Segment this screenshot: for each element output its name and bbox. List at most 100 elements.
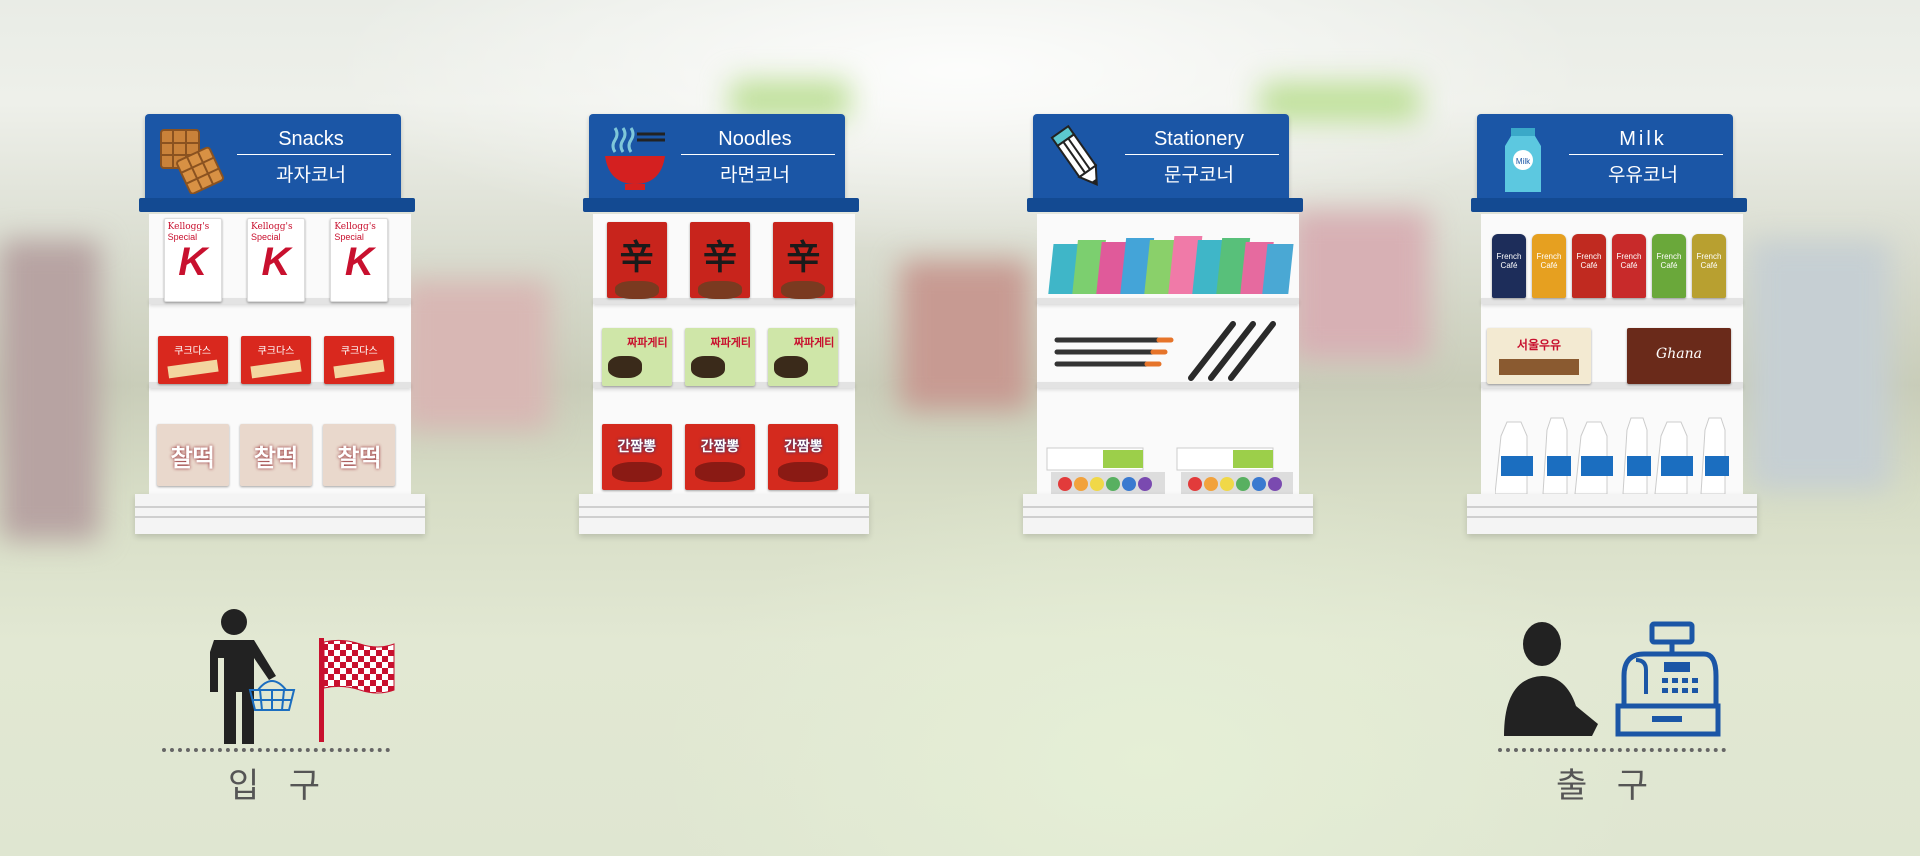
aisle-title-en: Stationery [1153,128,1245,150]
product-row: 辛 辛 辛 [595,222,845,299]
aisle-sign: Stationery 문구코너 [1033,114,1289,206]
milk-pack-label: 서울우유 [1516,338,1562,352]
ramen-label: 辛 [786,239,821,277]
rice-cake-label: 찰떡 [253,445,299,472]
divider [681,154,835,155]
jjapagetti-label: 짜파게티 [710,337,751,349]
sign-bar [583,198,859,212]
cracker-box[interactable]: 쿠크다스 [324,336,395,384]
rice-cake-box[interactable]: 찰떡 [239,424,312,486]
coffee-cup[interactable]: French Café [1572,234,1606,298]
milk-pack[interactable]: 서울우유 [1487,328,1591,384]
aisle-sign: Noodles 라면코너 [589,114,845,206]
coffee-cup[interactable]: French Café [1492,234,1526,298]
aisle-snacks: Snacks 과자코너 Kellogg's Special K Kellogg'… [135,114,425,554]
aisle-title-ko: 과자코너 [276,165,346,186]
aisle-title-ko: 문구코너 [1164,165,1234,186]
ramen-label: 辛 [619,239,654,277]
milk-carton-icon: Milk [1505,128,1541,192]
shelf [1481,298,1743,304]
jjamppong-label: 간짬뽕 [700,438,740,454]
sign-bar [139,198,415,212]
shelf [1037,382,1299,388]
exit-divider [1498,748,1726,752]
entrance-divider [162,748,390,752]
product-row: 짜파게티 짜파게티 짜파게티 [595,328,845,386]
shelf-base [1023,494,1313,534]
checkered-flag-icon [319,638,395,742]
chocolate-milk-label: Ghana [1656,346,1702,362]
rice-cake-box[interactable]: 찰떡 [156,424,229,486]
divider [237,154,391,155]
paint-sets[interactable] [1043,444,1293,498]
coffee-cup[interactable]: French Café [1532,234,1566,298]
jjamppong-pack[interactable]: 간짬뽕 [684,424,755,490]
pencils-and-pens[interactable] [1051,320,1291,382]
shopper-icon [210,609,296,744]
coffee-cup[interactable]: French Café [1692,234,1726,298]
aisle-sign: Milk Milk 우유코너 [1477,114,1733,206]
cracker-box[interactable]: 쿠크다스 [157,336,228,384]
pencil-icon [1050,124,1098,186]
jjapagetti-label: 짜파게티 [793,337,835,349]
chocolate-milk-pack[interactable]: Ghana [1627,328,1731,384]
coffee-cup[interactable]: French Café [1652,234,1686,298]
cereal-box[interactable]: Kellogg's Special K [246,218,305,302]
background-store-blur [900,260,1030,410]
ramen-label: 辛 [702,239,737,277]
cashier-icon [1504,622,1598,736]
cracker-label: 쿠크다스 [257,346,295,357]
cracker-box[interactable]: 쿠크다스 [240,336,311,384]
aisle-milk: Milk Milk 우유코너 French Café French Café F… [1467,114,1757,554]
cereal-k: K [344,240,374,284]
background-store-blur [0,240,100,540]
coffee-label: French Café [1536,252,1562,270]
aisle-title-ko: 라면코너 [720,165,790,186]
entrance-label: 입 구 [228,767,331,805]
milk-bottles[interactable] [1495,416,1731,496]
cereal-box[interactable]: Kellogg's Special K [330,218,389,302]
noodle-bowl-icon [605,127,665,190]
shelf [1037,298,1299,304]
jjapagetti-pack[interactable]: 짜파게티 [684,328,755,386]
coffee-label: French Café [1696,252,1722,270]
notebooks[interactable] [1041,230,1297,298]
aisle-sign: Snacks 과자코너 [145,114,401,206]
jjapagetti-label: 짜파게티 [627,337,668,349]
rice-cake-label: 찰떡 [170,445,215,472]
ramen-pack[interactable]: 辛 [773,222,834,299]
shelf-base [579,494,869,534]
cereal-k: K [178,240,208,284]
coffee-label: French Café [1616,252,1642,270]
divider [1569,154,1723,155]
coffee-label: French Café [1576,252,1602,270]
rice-cake-box[interactable]: 찰떡 [323,424,396,486]
jjapagetti-pack[interactable]: 짜파게티 [601,328,672,386]
product-row: 서울우유 Ghana [1487,328,1731,384]
waffle-icon [160,129,224,194]
coffee-label: French Café [1656,252,1682,270]
exit-label: 출 구 [1556,767,1659,805]
cash-register-icon [1615,621,1721,737]
aisle-title-ko: 우유코너 [1608,165,1678,186]
cereal-brand: Kellogg's [250,222,293,232]
cereal-brand: Kellogg's [334,222,376,232]
product-row: 찰떡 찰떡 찰떡 [151,424,401,486]
cereal-box[interactable]: Kellogg's Special K [163,218,222,302]
ramen-pack[interactable]: 辛 [689,222,750,299]
background-store-blur [1750,240,1890,490]
cereal-brand: Kellogg's [167,222,210,232]
coffee-cup[interactable]: French Café [1612,234,1646,298]
product-row: 쿠크다스 쿠크다스 쿠크다스 [151,336,401,384]
jjamppong-pack[interactable]: 간짬뽕 [601,424,672,490]
shelf-base [1467,494,1757,534]
jjapagetti-pack[interactable]: 짜파게티 [768,328,839,386]
jjamppong-pack[interactable]: 간짬뽕 [768,424,839,490]
rice-cake-label: 찰떡 [337,445,382,472]
sign-bar [1471,198,1747,212]
ramen-pack[interactable]: 辛 [606,222,667,299]
cereal-k: K [261,240,291,284]
cracker-label: 쿠크다스 [174,346,212,357]
aisle-stationery: Stationery 문구코너 [1023,114,1313,554]
sign-bar [1027,198,1303,212]
